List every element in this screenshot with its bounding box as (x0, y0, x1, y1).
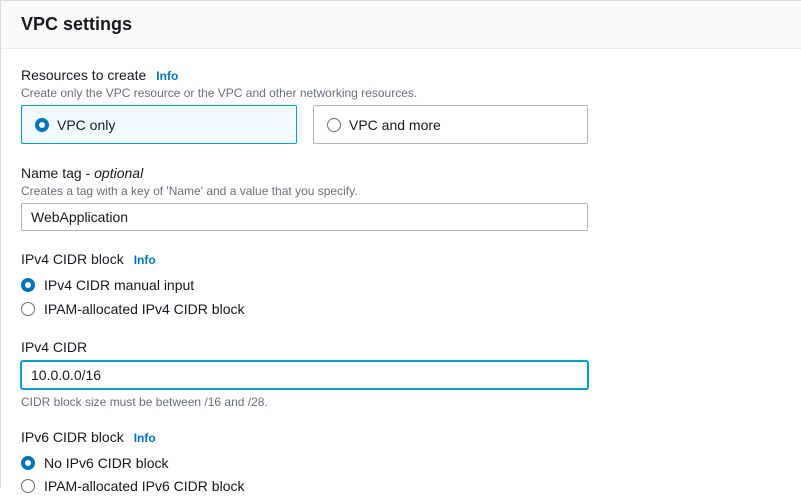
name-tag-label: Name tag - optional (21, 165, 143, 181)
ipv6-block-label: IPv6 CIDR block Info (21, 429, 156, 445)
radio-ipv6-ipam-label: IPAM-allocated IPv6 CIDR block (44, 478, 245, 494)
panel-header: VPC settings (1, 1, 801, 49)
name-tag-label-text: Name tag - (21, 165, 95, 181)
tile-vpc-only[interactable]: VPC only (21, 105, 297, 144)
ipv6-block-label-text: IPv6 CIDR block (21, 429, 124, 445)
radio-no-ipv6-label: No IPv6 CIDR block (44, 455, 169, 471)
resources-description: Create only the VPC resource or the VPC … (21, 86, 418, 100)
name-tag-input[interactable] (21, 203, 588, 231)
vpc-settings-panel: VPC settings Resources to create Info Cre… (0, 0, 801, 494)
tile-vpc-and-more[interactable]: VPC and more (313, 105, 588, 144)
ipv4-block-info-link[interactable]: Info (134, 253, 156, 267)
tile-vpc-and-more-label: VPC and more (349, 117, 441, 133)
radio-ipv4-ipam-label: IPAM-allocated IPv4 CIDR block (44, 301, 245, 317)
radio-ipv6-ipam[interactable] (21, 479, 35, 493)
ipv4-block-label: IPv4 CIDR block Info (21, 251, 156, 267)
ipv4-block-label-text: IPv4 CIDR block (21, 251, 124, 267)
radio-ipv4-manual[interactable] (21, 278, 35, 292)
panel-title: VPC settings (21, 14, 133, 34)
radio-vpc-only[interactable] (35, 118, 49, 132)
resources-label-text: Resources to create (21, 67, 147, 83)
radio-no-ipv6[interactable] (21, 456, 35, 470)
ipv4-cidr-label: IPv4 CIDR (21, 339, 88, 355)
radio-ipv4-ipam[interactable] (21, 302, 35, 316)
name-tag-optional: optional (94, 165, 144, 181)
ipv6-block-info-link[interactable]: Info (134, 431, 156, 445)
tile-vpc-only-label: VPC only (57, 117, 116, 133)
radio-vpc-and-more[interactable] (327, 118, 341, 132)
ipv4-cidr-hint: CIDR block size must be between /16 and … (21, 395, 268, 409)
name-tag-description: Creates a tag with a key of 'Name' and a… (21, 184, 358, 198)
resources-label: Resources to create Info (21, 67, 178, 83)
ipv4-cidr-input[interactable] (21, 361, 588, 389)
radio-ipv4-manual-label: IPv4 CIDR manual input (44, 277, 195, 293)
resources-info-link[interactable]: Info (156, 69, 178, 83)
